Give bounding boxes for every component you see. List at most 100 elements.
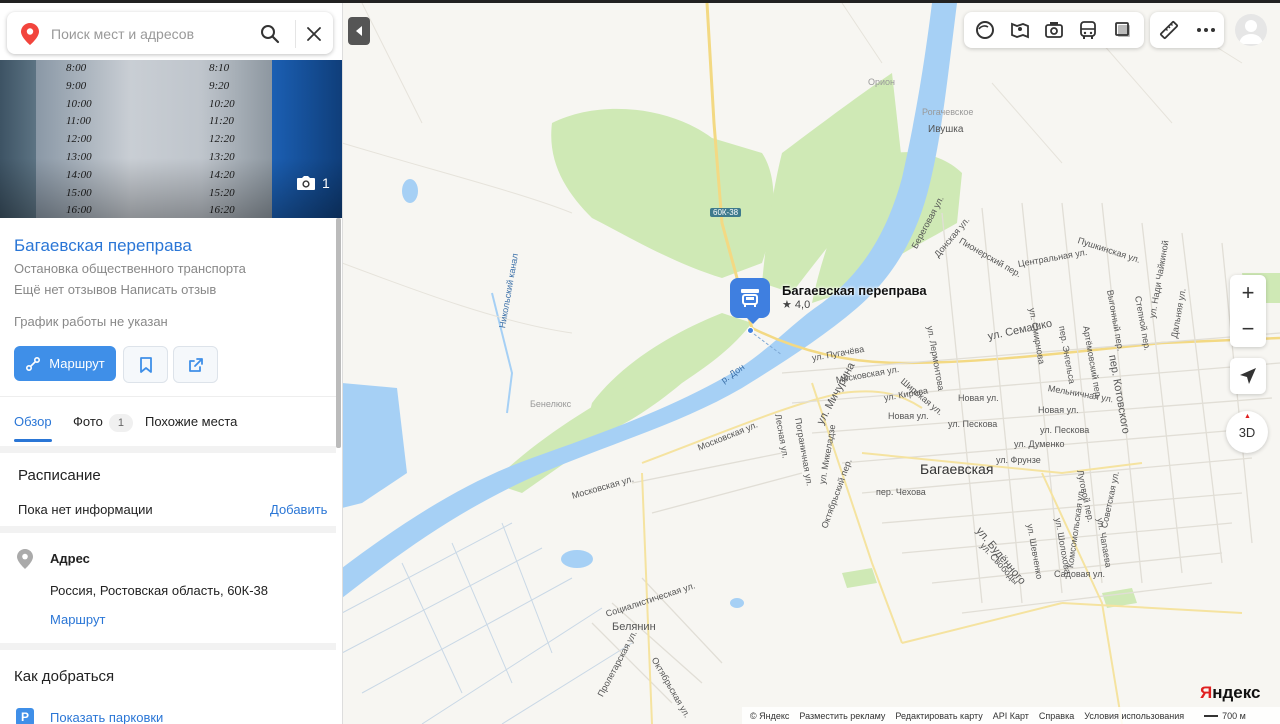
map-label-street: ул. Фрунзе xyxy=(996,455,1041,465)
bus-icon xyxy=(1080,21,1097,39)
search-input[interactable] xyxy=(49,22,243,46)
map-layers-toolbar xyxy=(964,12,1144,48)
photo-time: 11:20 xyxy=(209,115,234,128)
traffic-layer-button[interactable] xyxy=(973,18,997,42)
map-scale: 700 м xyxy=(1204,711,1246,721)
navigation-arrow-icon xyxy=(1240,368,1256,384)
clear-search-button[interactable] xyxy=(301,21,327,47)
bookmark-button[interactable] xyxy=(123,346,168,383)
map-footer: © Яндекс Разместить рекламу Редактироват… xyxy=(742,707,1280,724)
address-heading: Адрес xyxy=(50,551,90,566)
route-button-label: Маршрут xyxy=(49,356,105,371)
close-icon xyxy=(307,27,321,41)
user-icon xyxy=(1239,20,1263,44)
marker-title[interactable]: Багаевская переправа xyxy=(782,283,927,298)
tab-active-underline xyxy=(14,439,52,442)
collapse-panel-button[interactable] xyxy=(348,17,370,45)
map-label-rogach: Рогачевское xyxy=(922,107,974,117)
photo-count-value: 1 xyxy=(322,175,330,191)
panorama-icon xyxy=(1010,22,1029,39)
share-button[interactable] xyxy=(173,346,218,383)
route-button[interactable]: Маршрут xyxy=(14,346,116,381)
stop-marker[interactable] xyxy=(730,278,770,324)
zoom-control: + − xyxy=(1230,275,1266,347)
zoom-in-button[interactable]: + xyxy=(1230,275,1266,311)
chevron-left-icon xyxy=(356,26,362,36)
no-reviews-text: Ещё нет отзывов xyxy=(14,282,117,297)
photos-layer-button[interactable] xyxy=(1042,18,1066,42)
map-label-street: Новая ул. xyxy=(958,393,999,403)
photo-time: 8:10 xyxy=(209,62,230,74)
section-separator xyxy=(0,446,336,453)
address-pin-icon xyxy=(17,549,33,569)
place-photo[interactable]: 8:009:0010:0011:0012:0013:0014:0015:0016… xyxy=(0,60,342,218)
camera-icon xyxy=(1045,22,1063,38)
map-label-orion: Орион xyxy=(868,77,896,87)
directions-heading: Как добраться xyxy=(14,668,115,685)
3d-button[interactable]: ▲ 3D xyxy=(1226,411,1268,453)
write-review-link[interactable]: Написать отзыв xyxy=(120,282,216,297)
section-separator xyxy=(0,643,336,650)
share-icon xyxy=(188,357,203,372)
tab-photos-label: Фото xyxy=(73,414,103,429)
3d-button-label: 3D xyxy=(1238,424,1256,440)
photo-time: 12:00 xyxy=(66,133,92,146)
photo-time: 10:20 xyxy=(209,97,235,110)
photo-time: 12:20 xyxy=(209,133,235,146)
more-dots-icon xyxy=(1196,28,1215,32)
tab-photos[interactable]: Фото 1 xyxy=(73,414,133,432)
compass-north-icon: ▲ xyxy=(1244,413,1251,420)
photo-time: 10:00 xyxy=(66,97,92,110)
tab-photos-badge: 1 xyxy=(108,414,133,432)
schedule-text: Пока нет информации xyxy=(18,502,153,517)
yandex-logo[interactable]: Яндекс xyxy=(1200,683,1260,703)
reviews-line: Ещё нет отзывов Написать отзыв xyxy=(14,282,216,297)
search-bar xyxy=(7,12,333,54)
ruler-button[interactable] xyxy=(1157,18,1181,42)
photo-time: 11:00 xyxy=(66,115,91,128)
bus-stop-icon xyxy=(741,289,759,307)
photo-count[interactable]: 1 xyxy=(296,175,330,191)
photo-time: 9:00 xyxy=(66,79,87,92)
map-label-street: Новая ул. xyxy=(1038,405,1079,415)
footer-terms-link[interactable]: Условия использования xyxy=(1084,711,1184,721)
map-label-street: ул. Пескова xyxy=(1040,425,1090,435)
user-avatar[interactable] xyxy=(1235,14,1267,46)
show-parking-link[interactable]: Показать парковки xyxy=(50,710,163,724)
place-panel: 8:009:0010:0011:0012:0013:0014:0015:0016… xyxy=(0,3,343,724)
location-pin-icon xyxy=(21,23,39,45)
panel-scrollbar[interactable] xyxy=(336,218,341,448)
footer-edit-link[interactable]: Редактировать карту xyxy=(895,711,982,721)
address-text: Россия, Ростовская область, 60К-38 xyxy=(50,583,269,598)
footer-api-link[interactable]: API Карт xyxy=(993,711,1029,721)
photo-time: 8:00 xyxy=(66,62,87,74)
map-label-street: ул. Думенко xyxy=(1014,439,1065,449)
map-label-benelux: Бенелюкс xyxy=(530,399,572,409)
place-category: Остановка общественного транспорта xyxy=(14,261,246,276)
map-tools-toolbar xyxy=(1150,12,1224,48)
footer-ads-link[interactable]: Разместить рекламу xyxy=(799,711,885,721)
map-road-tag: 60К-38 xyxy=(710,208,742,217)
tab-overview[interactable]: Обзор xyxy=(14,414,52,429)
tab-similar[interactable]: Похожие места xyxy=(145,414,237,429)
place-title[interactable]: Багаевская переправа xyxy=(14,236,192,256)
top-border xyxy=(0,0,1280,3)
bookmark-icon xyxy=(139,356,152,373)
parking-icon: P xyxy=(16,708,34,724)
more-button[interactable] xyxy=(1194,18,1218,42)
schedule-add-link[interactable]: Добавить xyxy=(270,502,327,517)
footer-help-link[interactable]: Справка xyxy=(1039,711,1074,721)
panorama-layer-button[interactable] xyxy=(1008,18,1032,42)
map-view[interactable]: Орион Рогачевское Ивушка Бенелюкс Николь… xyxy=(342,3,1280,724)
map-label-street: Новая ул. xyxy=(888,411,929,421)
my-location-button[interactable] xyxy=(1230,358,1266,394)
map-label-bagaevskaya: Багаевская xyxy=(920,461,994,477)
zoom-out-button[interactable]: − xyxy=(1230,311,1266,347)
address-route-link[interactable]: Маршрут xyxy=(50,612,105,627)
search-divider xyxy=(295,20,296,48)
map-type-button[interactable] xyxy=(1111,18,1135,42)
search-button[interactable] xyxy=(257,21,283,47)
map-canvas[interactable] xyxy=(342,3,1280,724)
footer-copyright[interactable]: © Яндекс xyxy=(750,711,789,721)
transport-layer-button[interactable] xyxy=(1076,18,1100,42)
